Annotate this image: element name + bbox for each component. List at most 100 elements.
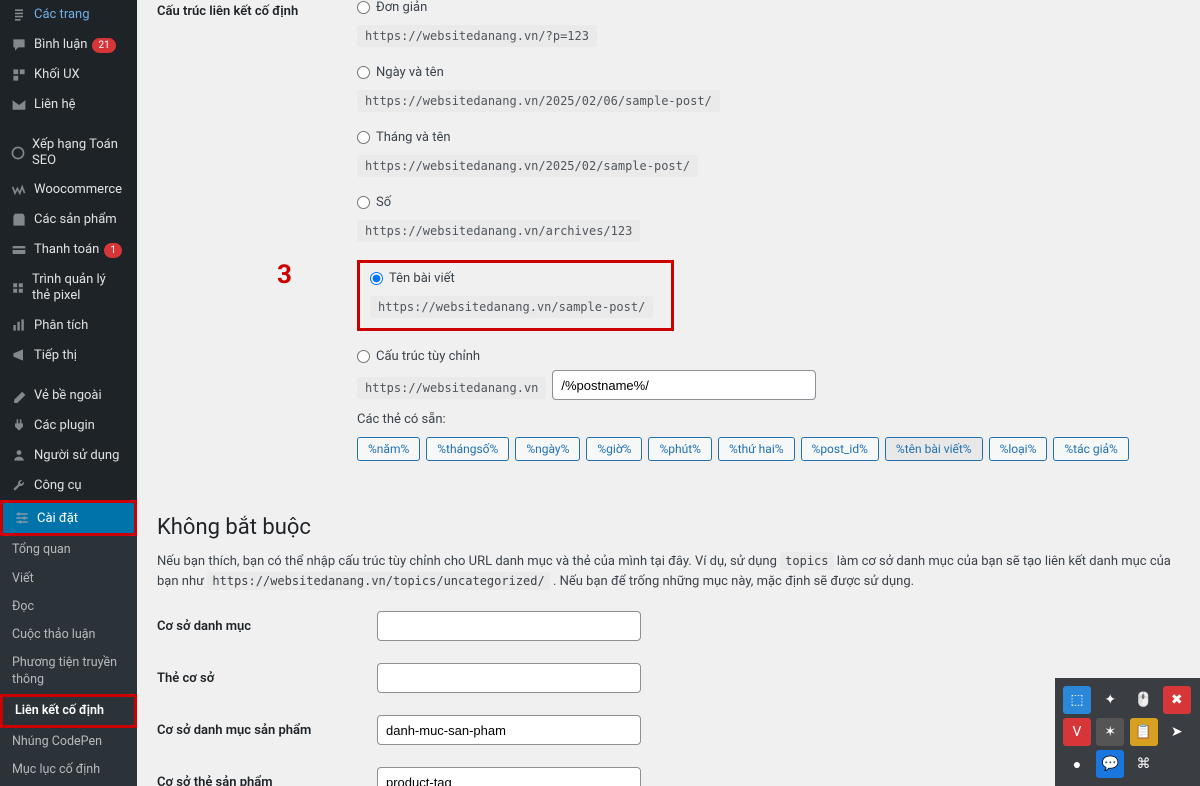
field-input[interactable] [377,663,641,693]
tag-button[interactable]: %loại% [989,437,1048,461]
sidebar-item-woo[interactable]: Woocommerce [0,175,137,205]
sidebar-item-label: Xếp hạng Toán SEO [32,137,127,168]
sidebar-item-label: Tiếp thị [34,348,77,364]
tray-icon[interactable]: V [1063,718,1091,746]
tag-button[interactable]: %tác giả% [1053,437,1128,461]
sidebar-item-tools[interactable]: Công cụ [0,470,137,500]
sidebar-item-pages[interactable]: Các trang [0,0,137,30]
tools-icon [10,477,28,493]
field-label: Cơ sở danh mục sản phẩm [157,723,377,738]
submenu-item[interactable]: Viết [0,565,137,593]
analytics-icon [10,317,28,333]
sidebar-item-pixel[interactable]: Trình quản lý thẻ pixel [0,265,137,310]
tray-icon[interactable]: ✦ [1096,686,1124,714]
tray-icon[interactable]: ● [1063,750,1091,778]
sidebar-item-payments[interactable]: Thanh toán1 [0,235,137,265]
submenu-item[interactable]: Mục lục cố định [0,756,137,784]
sidebar-badge: 1 [104,243,122,258]
tag-button[interactable]: %tên bài viết% [885,437,983,461]
permalink-radio[interactable] [357,350,370,363]
tag-button[interactable]: %thứ hai% [718,437,795,461]
sidebar-item-products[interactable]: Các sản phẩm [0,205,137,235]
tray-icon[interactable]: ✶ [1096,718,1124,746]
permalink-option: Cấu trúc tùy chỉnh https://websitedanang.… [357,349,1180,467]
sidebar-item-analytics[interactable]: Phân tích [0,310,137,340]
sidebar-item-comments[interactable]: Bình luận21 [0,30,137,60]
plugins-icon [10,417,28,433]
sidebar-item-label: Woocommerce [34,182,122,198]
optional-field-row: Cơ sở danh mục [157,611,1180,641]
tag-button[interactable]: %thángsố% [426,437,509,461]
sidebar-item-settings[interactable]: Cài đặt [3,503,134,533]
sidebar-item-label: Các plugin [34,418,95,434]
sidebar-item-appearance[interactable]: Vẻ bề ngoài [0,380,137,410]
permalink-example: https://websitedanang.vn/2025/02/06/samp… [357,90,720,112]
sidebar-item-mail[interactable]: Liên hệ [0,90,137,120]
optional-field-row: Thẻ cơ sở [157,663,1180,693]
ux-icon [10,67,28,83]
sidebar-item-seo[interactable]: Xếp hạng Toán SEO [0,130,137,175]
settings-icon [13,510,31,526]
submenu-item[interactable]: Phương tiện truyền thông [0,649,137,694]
custom-structure-input[interactable] [552,370,816,400]
sidebar-item-label: Cài đặt [37,511,78,527]
sidebar-item-ux[interactable]: Khối UX [0,60,137,90]
permalink-option-label[interactable]: Ngày và tên [357,65,1180,80]
submenu-item[interactable]: Cuộc thảo luận [0,621,137,649]
main-content: Cấu trúc liên kết cố định Đơn giảnhttps:… [137,0,1200,786]
tray-icon[interactable]: 💬 [1096,750,1124,778]
woo-icon [10,182,28,198]
optional-description: Nếu bạn thích, bạn có thể nhập cấu trúc … [157,552,1180,591]
permalink-option: Đơn giảnhttps://websitedanang.vn/?p=123 [357,0,1180,47]
permalink-option-label[interactable]: Tên bài viết [370,271,653,286]
permalink-option-label[interactable]: Tháng và tên [357,130,1180,145]
tray-icon[interactable] [1163,750,1191,778]
permalink-radio[interactable] [370,272,383,285]
tray-icon[interactable]: 🖱️ [1130,686,1158,714]
tag-button[interactable]: %năm% [357,437,420,461]
tag-button[interactable]: %giờ% [586,437,642,461]
field-label: Cơ sở danh mục [157,619,377,634]
sidebar-item-marketing[interactable]: Tiếp thị [0,340,137,370]
tray-icon[interactable]: ✖ [1163,686,1191,714]
tray-icon[interactable]: 📋 [1130,718,1158,746]
tray-icon[interactable]: ⬚ [1063,686,1091,714]
submenu-item[interactable]: Đọc [0,593,137,621]
sidebar-item-label: Các trang [34,7,90,23]
payments-icon [10,242,28,258]
permalink-radio[interactable] [357,131,370,144]
field-input[interactable] [377,715,641,745]
field-input[interactable] [377,767,641,786]
permalink-option-label[interactable]: Số [357,195,1180,210]
comments-icon [10,37,28,53]
permalink-radio[interactable] [357,1,370,14]
tag-button[interactable]: %ngày% [515,437,580,461]
sidebar-item-users[interactable]: Người sử dụng [0,440,137,470]
permalink-option-label[interactable]: Đơn giản [357,0,1180,15]
tags-label: Các thẻ có sẵn: [357,412,1180,427]
permalink-option: Sốhttps://websitedanang.vn/archives/123 [357,195,1180,242]
tray-icon[interactable]: ⌘ [1130,750,1158,778]
sidebar-item-label: Phân tích [34,318,88,334]
annotation-3: 3 [277,260,292,290]
users-icon [10,447,28,463]
tag-button[interactable]: %post_id% [801,437,879,461]
tray-icon[interactable]: ➤ [1163,718,1191,746]
permalink-radio[interactable] [357,196,370,209]
permalink-option-label[interactable]: Cấu trúc tùy chỉnh [357,349,1180,364]
field-input[interactable] [377,611,641,641]
admin-sidebar: Các trang Bình luận21Khối UXLiên hệ Xếp hạ… [0,0,137,786]
sidebar-item-label: Trình quản lý thẻ pixel [32,272,127,303]
sidebar-item-label: Người sử dụng [34,448,119,464]
permalink-structure-label: Cấu trúc liên kết cố định [157,0,357,19]
optional-field-row: Cơ sở danh mục sản phẩm [157,715,1180,745]
sidebar-item-plugins[interactable]: Các plugin [0,410,137,440]
submenu-item[interactable]: Liên kết cố định [3,697,134,725]
seo-icon [10,145,26,161]
tag-button[interactable]: %phút% [648,437,711,461]
submenu-item[interactable]: Nhúng CodePen [0,728,137,756]
custom-prefix: https://websitedanang.vn [357,377,546,399]
permalink-radio[interactable] [357,66,370,79]
submenu-item[interactable]: Tổng quan [0,536,137,564]
sidebar-item-label: Công cụ [34,478,82,494]
